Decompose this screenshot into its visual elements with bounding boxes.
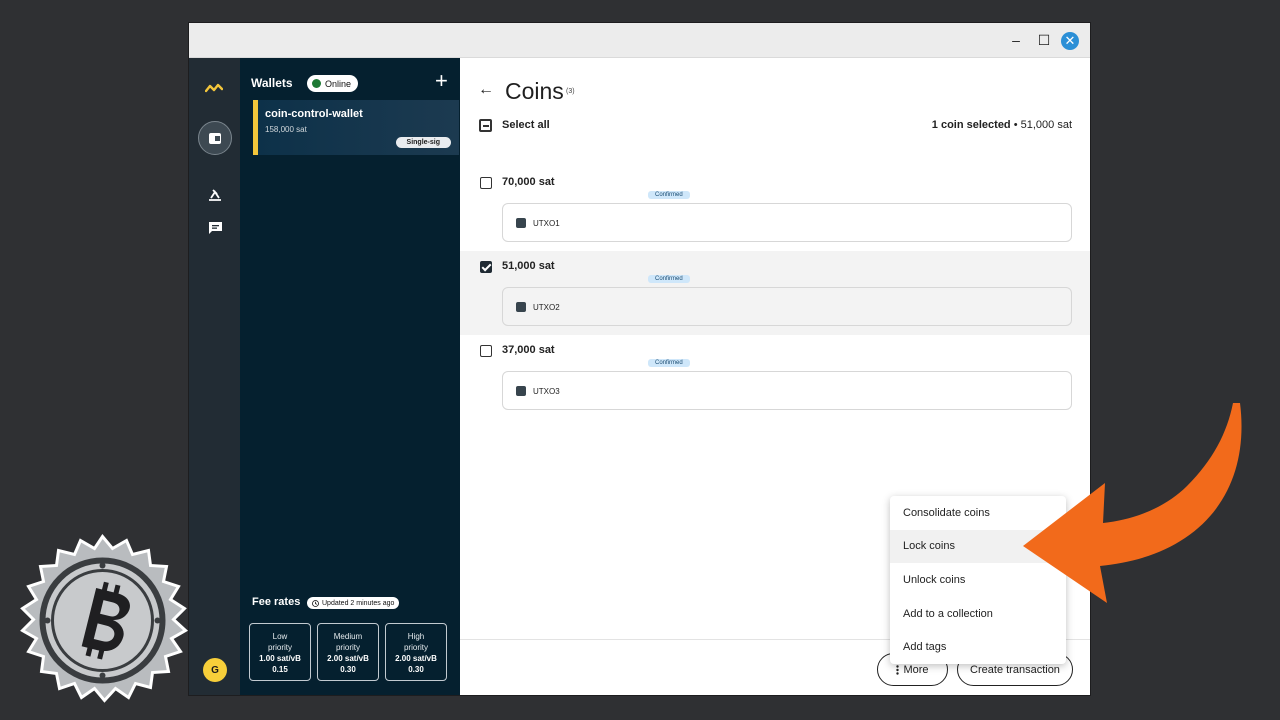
menu-item-add-tags[interactable]: Add tags: [890, 630, 1066, 664]
coin-checkbox[interactable]: [480, 261, 492, 273]
wallet-nav-icon[interactable]: [198, 121, 232, 155]
fee-card-label: Medium: [333, 632, 363, 641]
vertical-dots-icon: [896, 664, 900, 675]
wallet-balance: 158,000 sat: [265, 125, 307, 134]
utxo-name: UTXO2: [533, 303, 560, 312]
coin-amount: 70,000 sat: [502, 176, 555, 188]
utxo-icon: [516, 302, 526, 312]
coin-amount: 51,000 sat: [502, 260, 555, 272]
add-wallet-button[interactable]: +: [435, 70, 448, 92]
coin-count: (3): [566, 88, 575, 95]
utxo-name: UTXO1: [533, 219, 560, 228]
coin-status-badge: Confirmed: [648, 275, 690, 283]
close-button[interactable]: ✕: [1061, 32, 1079, 50]
fee-card-high[interactable]: High priority 2.00 sat/vB 0.30: [385, 623, 447, 681]
fee-card-fiat: 0.30: [408, 665, 424, 674]
fee-card-label: Low: [272, 632, 288, 641]
coin-row[interactable]: 70,000 sat Confirmed UTXO1: [460, 167, 1090, 251]
page-title: Coins: [505, 78, 564, 104]
online-status-badge: Online: [307, 75, 359, 92]
online-dot-icon: [312, 79, 321, 88]
bitcoin-logo-icon: [20, 533, 189, 703]
wallet-card[interactable]: coin-control-wallet 158,000 sat Single-s…: [253, 100, 459, 155]
signer-nav-icon[interactable]: [198, 178, 232, 212]
fee-card-fiat: 0.30: [340, 665, 356, 674]
fee-card-label: priority: [335, 643, 360, 652]
coin-status-badge: Confirmed: [648, 191, 690, 199]
nav-rail: G: [189, 58, 240, 695]
fee-card-medium[interactable]: Medium priority 2.00 sat/vB 0.30: [317, 623, 379, 681]
fee-card-fiat: 0.15: [272, 665, 288, 674]
select-all-checkbox[interactable]: [479, 119, 492, 132]
more-button-label: More: [903, 663, 929, 676]
fee-card-rate: 2.00 sat/vB: [395, 654, 437, 663]
orange-arrow-icon: [1023, 403, 1242, 603]
fee-card-label: High: [407, 632, 425, 641]
coin-checkbox[interactable]: [480, 177, 492, 189]
fee-updated-badge: Updated 2 minutes ago: [307, 597, 400, 609]
selection-summary: 1 coin selected • 51,000 sat: [932, 119, 1072, 131]
coin-status-badge: Confirmed: [648, 359, 690, 367]
clock-icon: [312, 599, 319, 607]
fee-card-rate: 1.00 sat/vB: [259, 654, 301, 663]
selection-amount: 51,000 sat: [1020, 119, 1072, 131]
maximize-button[interactable]: ☐: [1033, 29, 1055, 51]
fee-card-rate: 2.00 sat/vB: [327, 654, 369, 663]
utxo-card[interactable]: UTXO1: [502, 203, 1072, 242]
utxo-card[interactable]: UTXO3: [502, 371, 1072, 410]
selection-count: 1 coin selected: [931, 119, 1011, 131]
fee-card-label: priority: [403, 643, 428, 652]
coin-row[interactable]: 37,000 sat Confirmed UTXO3: [460, 335, 1090, 419]
chat-nav-icon[interactable]: [198, 211, 232, 245]
back-arrow-icon[interactable]: ←: [478, 81, 494, 99]
utxo-icon: [516, 218, 526, 228]
select-all-label[interactable]: Select all: [502, 119, 550, 131]
coin-row[interactable]: 51,000 sat Confirmed UTXO2: [460, 251, 1090, 335]
utxo-icon: [516, 386, 526, 396]
fee-card-label: priority: [267, 643, 292, 652]
minimize-button[interactable]: –: [1005, 29, 1027, 51]
utxo-card[interactable]: UTXO2: [502, 287, 1072, 326]
selection-separator: •: [1010, 119, 1021, 131]
wallet-type-badge: Single-sig: [395, 137, 451, 148]
wallets-heading: Wallets: [251, 76, 293, 90]
online-status-text: Online: [325, 78, 352, 89]
fee-rates-heading: Fee rates: [252, 596, 301, 608]
wallet-name: coin-control-wallet: [265, 108, 363, 120]
wallet-sidebar: Wallets Online + coin-control-wallet 158…: [240, 58, 460, 695]
coin-amount: 37,000 sat: [502, 344, 555, 356]
app-logo-icon: [204, 80, 224, 98]
fee-card-low[interactable]: Low priority 1.00 sat/vB 0.15: [249, 623, 311, 681]
utxo-name: UTXO3: [533, 387, 560, 396]
user-avatar[interactable]: G: [203, 658, 227, 682]
fee-updated-text: Updated 2 minutes ago: [322, 599, 395, 607]
title-bar: – ☐ ✕: [189, 23, 1090, 58]
coin-checkbox[interactable]: [480, 345, 492, 357]
